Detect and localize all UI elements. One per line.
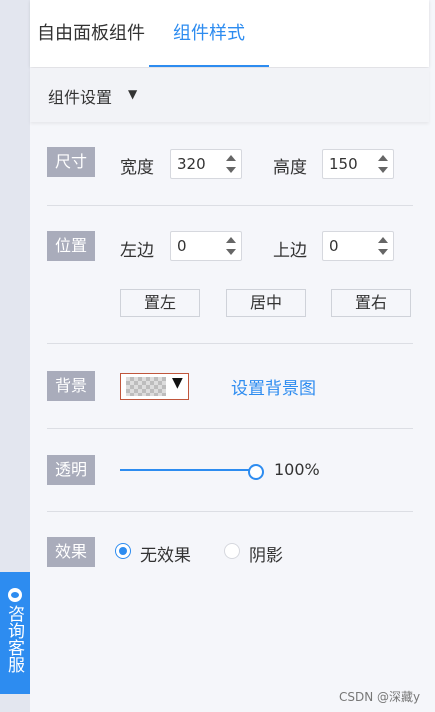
size-tag: 尺寸 xyxy=(47,147,95,177)
section-title: 组件设置 xyxy=(48,88,113,107)
decrement-arrow-icon[interactable] xyxy=(378,249,388,255)
divider xyxy=(47,343,413,344)
set-background-image-link[interactable]: 设置背景图 xyxy=(231,374,316,399)
consult-support-button[interactable]: 咨询客服 xyxy=(0,572,30,694)
width-value[interactable]: 320 xyxy=(177,155,206,173)
opacity-slider-track[interactable] xyxy=(120,469,254,471)
increment-arrow-icon[interactable] xyxy=(226,237,236,243)
opacity-tag: 透明 xyxy=(47,455,95,485)
height-label: 高度 xyxy=(273,158,307,178)
left-stepper[interactable]: 0 xyxy=(170,231,242,261)
height-stepper[interactable]: 150 xyxy=(322,149,394,179)
left-label: 左边 xyxy=(120,241,154,261)
consult-support-label: 咨询客服 xyxy=(4,605,24,673)
divider xyxy=(47,428,413,429)
height-value[interactable]: 150 xyxy=(329,155,358,173)
top-value[interactable]: 0 xyxy=(329,237,339,255)
background-color-picker[interactable]: ▼ xyxy=(120,373,189,400)
tab-component-style[interactable]: 组件样式 xyxy=(173,0,245,67)
component-settings-header[interactable]: 组件设置 ▼ xyxy=(30,68,429,122)
position-tag: 位置 xyxy=(47,231,95,261)
divider xyxy=(47,511,413,512)
increment-arrow-icon[interactable] xyxy=(226,155,236,161)
tab-bar: 自由面板组件 组件样式 xyxy=(30,0,429,67)
top-label: 上边 xyxy=(273,241,307,261)
align-left-button[interactable]: 置左 xyxy=(120,289,200,317)
caret-down-icon: ▼ xyxy=(128,87,138,101)
active-tab-indicator xyxy=(149,65,269,67)
settings-panel: 自由面板组件 组件样式 组件设置 ▼ 尺寸 宽度 320 高度 150 位置 左… xyxy=(30,0,435,712)
transparent-pattern-icon xyxy=(126,377,166,396)
increment-arrow-icon[interactable] xyxy=(378,155,388,161)
align-right-button[interactable]: 置右 xyxy=(331,289,411,317)
decrement-arrow-icon[interactable] xyxy=(226,249,236,255)
width-label: 宽度 xyxy=(120,158,154,178)
tab-free-panel-component[interactable]: 自由面板组件 xyxy=(37,0,145,67)
width-stepper[interactable]: 320 xyxy=(170,149,242,179)
opacity-slider-handle[interactable] xyxy=(248,464,264,480)
watermark: CSDN @深藏y xyxy=(339,690,421,704)
background-tag: 背景 xyxy=(47,371,95,401)
radio-shadow[interactable] xyxy=(224,543,240,559)
dropdown-arrow-icon: ▼ xyxy=(172,375,183,391)
increment-arrow-icon[interactable] xyxy=(378,237,388,243)
divider xyxy=(47,205,413,206)
left-value[interactable]: 0 xyxy=(177,237,187,255)
chat-icon xyxy=(8,588,22,602)
radio-no-effect[interactable] xyxy=(115,543,131,559)
align-center-button[interactable]: 居中 xyxy=(226,289,306,317)
no-effect-label[interactable]: 无效果 xyxy=(140,541,191,566)
effect-tag: 效果 xyxy=(47,537,95,567)
shadow-label[interactable]: 阴影 xyxy=(249,541,283,566)
top-stepper[interactable]: 0 xyxy=(322,231,394,261)
decrement-arrow-icon[interactable] xyxy=(226,167,236,173)
opacity-value: 100% xyxy=(274,460,320,479)
decrement-arrow-icon[interactable] xyxy=(378,167,388,173)
